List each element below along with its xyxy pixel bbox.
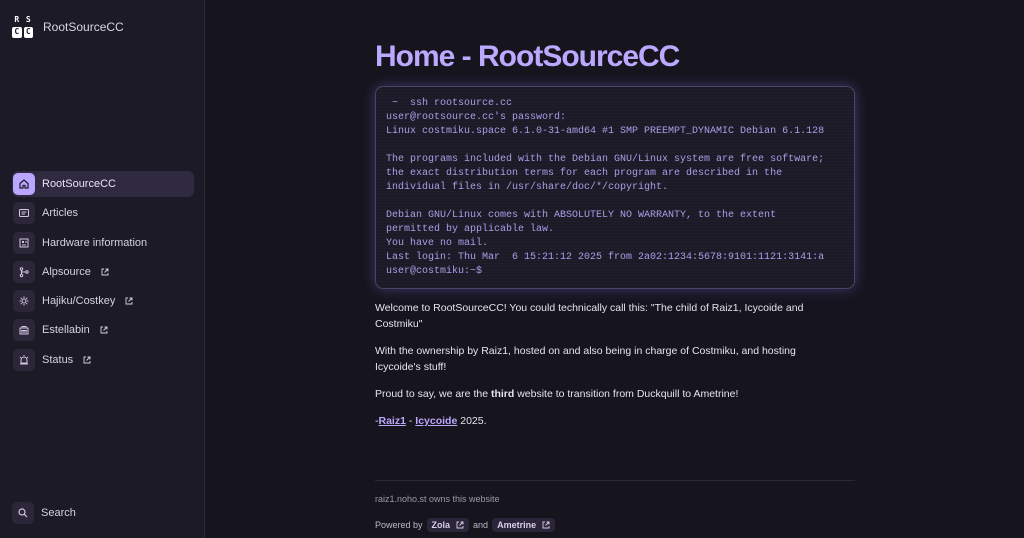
external-link-icon	[83, 356, 91, 364]
external-link-icon	[101, 268, 109, 276]
external-link-icon	[125, 297, 133, 305]
signature: -Raiz1 - Icycoide 2025.	[375, 415, 487, 427]
sidebar-item-estellabin[interactable]: Estellabin	[12, 317, 194, 343]
sidebar-item-status[interactable]: Status	[12, 347, 194, 373]
terminal-window: ~ ssh rootsource.cc user@rootsource.cc's…	[375, 86, 855, 289]
ametrine-link[interactable]: Ametrine	[492, 518, 556, 532]
footer-powered-by: Powered by Zola and Ametrine	[375, 518, 556, 532]
alarm-icon	[13, 348, 35, 371]
search-icon	[12, 502, 34, 524]
sidebar-item-hardware-information[interactable]: Hardware information	[12, 230, 194, 256]
sidebar-item-label: Alpsource	[42, 265, 91, 278]
sidebar: RS CC RootSourceCC RootSourceCC Articles…	[0, 0, 205, 538]
sidebar-item-articles[interactable]: Articles	[12, 200, 194, 226]
home-icon	[13, 173, 35, 195]
git-branch-icon	[13, 260, 35, 283]
sidebar-item-label: Articles	[42, 207, 79, 220]
sidebar-item-rootsourcecc[interactable]: RootSourceCC	[12, 171, 194, 197]
hardware-icon	[13, 231, 35, 254]
article-body: Welcome to RootSourceCC! You could techn…	[375, 300, 825, 440]
page-title: Home - RootSourceCC	[375, 40, 680, 73]
external-link-icon	[100, 327, 108, 334]
footer-owner-text: raiz1.noho.st owns this website	[375, 494, 500, 504]
search-label: Search	[41, 507, 76, 519]
sidebar-item-label: Status	[42, 353, 74, 366]
search-button[interactable]: Search	[12, 502, 76, 524]
sidebar-item-alpsource[interactable]: Alpsource	[12, 259, 194, 285]
brand-name: RootSourceCC	[43, 19, 124, 34]
bin-icon	[13, 319, 35, 342]
footer-divider	[375, 480, 855, 481]
sidebar-item-label: RootSourceCC	[42, 178, 116, 190]
sidebar-item-label: Hardware information	[42, 236, 148, 249]
articles-icon	[13, 202, 35, 225]
brand-link[interactable]: RS CC RootSourceCC	[11, 14, 124, 39]
sidebar-item-label: Hajiku/Costkey	[42, 295, 116, 308]
sidebar-item-hajiku-costkey[interactable]: Hajiku/Costkey	[12, 288, 194, 314]
transition-paragraph: Proud to say, we are the third website t…	[375, 388, 739, 400]
gear-icon	[13, 290, 35, 313]
site-logo: RS CC	[11, 14, 34, 39]
external-link-icon	[542, 521, 550, 529]
sidebar-nav: RootSourceCC Articles Hardware informati…	[12, 171, 194, 376]
terminal-output: ~ ssh rootsource.cc user@rootsource.cc's…	[386, 98, 825, 277]
icycoide-link[interactable]: Icycoide	[415, 415, 457, 427]
raiz1-link[interactable]: Raiz1	[379, 415, 406, 427]
sidebar-item-label: Estellabin	[42, 324, 90, 337]
intro-paragraph: Welcome to RootSourceCC! You could techn…	[375, 302, 804, 330]
external-link-icon	[456, 521, 464, 529]
ownership-paragraph: With the ownership by Raiz1, hosted on a…	[375, 345, 796, 373]
zola-link[interactable]: Zola	[426, 518, 470, 532]
